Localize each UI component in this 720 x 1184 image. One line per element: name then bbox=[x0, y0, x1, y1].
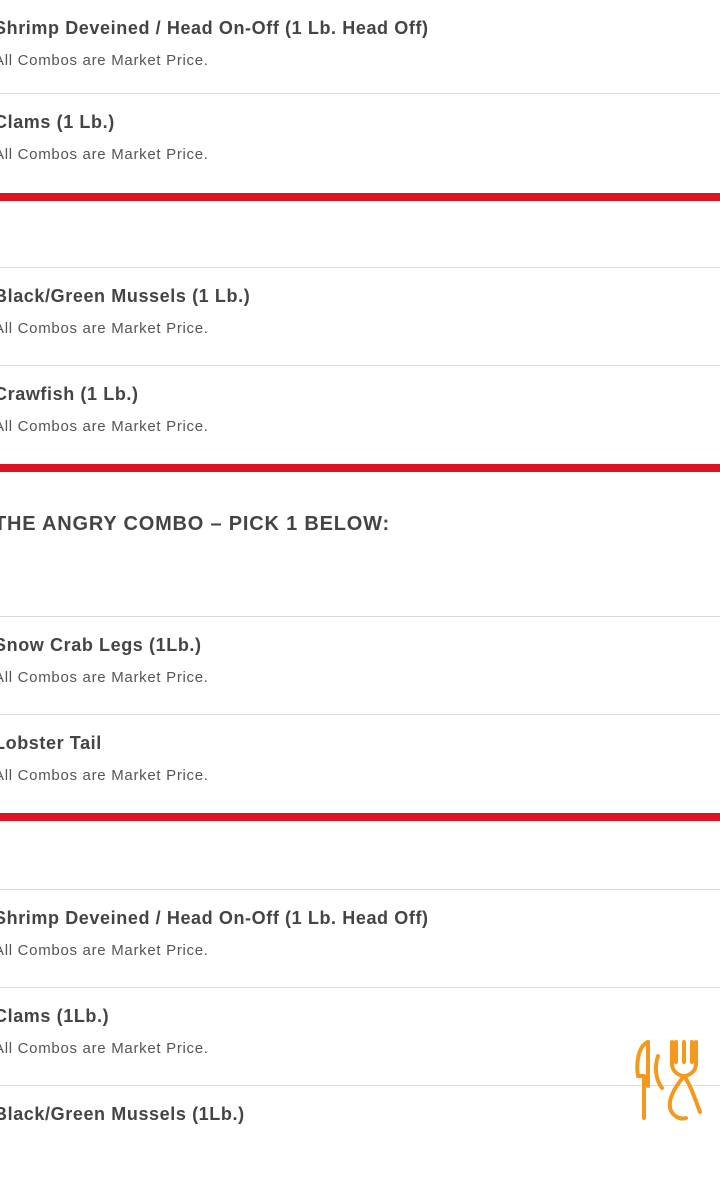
menu-item-name: Snow Crab Legs (1Lb.) bbox=[0, 635, 202, 655]
menu-item-description: All Combos are Market Price. bbox=[0, 146, 209, 163]
menu-item-description: All Combos are Market Price. bbox=[0, 418, 209, 435]
fork-knife-icon bbox=[635, 1040, 702, 1121]
menu-item-description: All Combos are Market Price. bbox=[0, 669, 209, 686]
menu-item-name: Lobster Tail bbox=[0, 733, 102, 753]
section-title: THE ANGRY COMBO – PICK 1 BELOW: bbox=[0, 513, 390, 535]
section-header: THE ANGRY COMBO – PICK 1 BELOW: bbox=[0, 472, 720, 617]
menu-item[interactable]: Black/Green Mussels (1Lb.) bbox=[0, 1086, 720, 1184]
menu-item[interactable]: Shrimp Deveined / Head On-Off (1 Lb. Hea… bbox=[0, 0, 720, 94]
section-divider bbox=[0, 193, 720, 201]
menu-item[interactable]: Black/Green Mussels (1 Lb.) All Combos a… bbox=[0, 268, 720, 366]
menu-item-description: All Combos are Market Price. bbox=[0, 52, 209, 69]
menu-item-name: Shrimp Deveined / Head On-Off (1 Lb. Hea… bbox=[0, 18, 429, 38]
menu-list: Shrimp Deveined / Head On-Off (1 Lb. Hea… bbox=[0, 0, 720, 1184]
menu-item[interactable]: Crawfish (1 Lb.) All Combos are Market P… bbox=[0, 366, 720, 464]
menu-item-description: All Combos are Market Price. bbox=[0, 942, 209, 959]
menu-item-description: All Combos are Market Price. bbox=[0, 1040, 209, 1057]
menu-item-description: All Combos are Market Price. bbox=[0, 320, 209, 337]
section-header bbox=[0, 821, 720, 890]
menu-item[interactable]: Clams (1Lb.) All Combos are Market Price… bbox=[0, 988, 720, 1086]
menu-item-name: Clams (1Lb.) bbox=[0, 1006, 110, 1026]
menu-item-name: Black/Green Mussels (1Lb.) bbox=[0, 1104, 245, 1124]
section-divider bbox=[0, 813, 720, 821]
fork-knife-button[interactable] bbox=[628, 1036, 708, 1124]
menu-item[interactable]: Lobster Tail All Combos are Market Price… bbox=[0, 715, 720, 813]
menu-item-name: Crawfish (1 Lb.) bbox=[0, 384, 139, 404]
menu-item[interactable]: Shrimp Deveined / Head On-Off (1 Lb. Hea… bbox=[0, 890, 720, 988]
menu-item-name: Black/Green Mussels (1 Lb.) bbox=[0, 286, 251, 306]
section-divider bbox=[0, 464, 720, 472]
menu-item-name: Shrimp Deveined / Head On-Off (1 Lb. Hea… bbox=[0, 908, 429, 928]
menu-item[interactable]: Snow Crab Legs (1Lb.) All Combos are Mar… bbox=[0, 617, 720, 715]
menu-item-name: Clams (1 Lb.) bbox=[0, 112, 115, 132]
menu-item[interactable]: Clams (1 Lb.) All Combos are Market Pric… bbox=[0, 94, 720, 193]
section-header bbox=[0, 201, 720, 268]
menu-item-description: All Combos are Market Price. bbox=[0, 767, 209, 784]
